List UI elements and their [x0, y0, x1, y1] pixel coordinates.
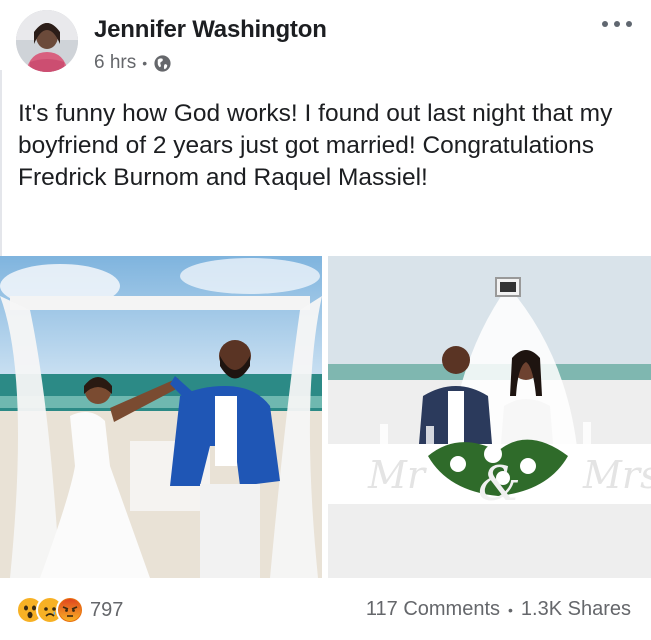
author-name[interactable]: Jennifer Washington	[94, 16, 327, 44]
ellipsis-icon[interactable]	[602, 14, 632, 34]
beach-wedding-image	[0, 256, 322, 578]
avatar[interactable]	[16, 10, 78, 72]
svg-text:&: &	[478, 456, 521, 512]
svg-text:Mr: Mr	[367, 453, 428, 497]
photo-grid: Mr & Mrs	[0, 256, 651, 578]
globe-icon[interactable]	[153, 54, 172, 73]
beach-table-image: Mr & Mrs	[328, 256, 651, 578]
post-text: It's funny how God works! I found out la…	[18, 100, 613, 191]
angry-reaction-icon	[56, 596, 84, 624]
post-footer: 797 117 Comments • 1.3K Shares	[0, 588, 651, 636]
separator-dot: •	[142, 55, 148, 71]
separator-dot: •	[508, 601, 513, 618]
reactions-summary[interactable]: 797	[16, 596, 123, 624]
svg-text:Mrs: Mrs	[582, 453, 651, 497]
post-header: Jennifer Washington 6 hrs •	[16, 10, 636, 80]
post-meta: 6 hrs •	[94, 52, 172, 74]
reaction-count[interactable]: 797	[90, 599, 123, 622]
avatar-image	[16, 10, 78, 72]
wedding-photo-couple-seated[interactable]: Mr & Mrs	[328, 256, 651, 578]
engagement-stats: 117 Comments • 1.3K Shares	[366, 598, 631, 621]
facebook-post: Jennifer Washington 6 hrs • It's funny h…	[0, 0, 651, 640]
timestamp[interactable]: 6 hrs	[94, 52, 136, 74]
comments-link[interactable]: 117 Comments	[366, 598, 500, 621]
shares-link[interactable]: 1.3K Shares	[521, 598, 631, 621]
wedding-photo-couple-walking[interactable]	[0, 256, 322, 578]
